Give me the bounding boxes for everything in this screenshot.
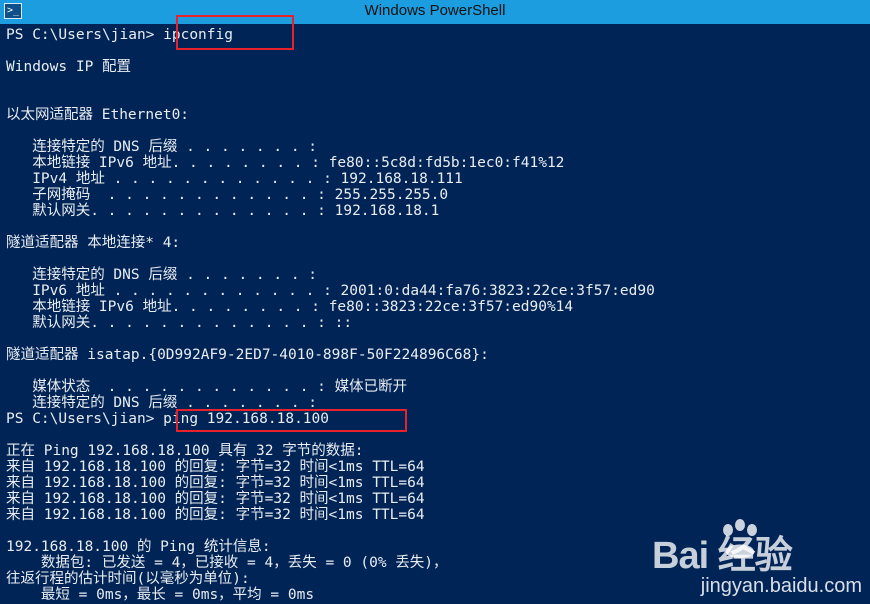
watermark-site: jingyan.baidu.com	[700, 575, 862, 597]
console-line: IPv6 地址 . . . . . . . . . . . . : 2001:0…	[6, 283, 655, 299]
console-line: 192.168.18.100 的 Ping 统计信息:	[6, 539, 271, 555]
console-line: IPv4 地址 . . . . . . . . . . . . : 192.16…	[6, 171, 463, 187]
title-bar: >_ Windows PowerShell	[0, 0, 870, 24]
console-line: Windows IP 配置	[6, 59, 132, 75]
window-title: Windows PowerShell	[364, 2, 506, 19]
console-line: 来自 192.168.18.100 的回复: 字节=32 时间<1ms TTL=…	[6, 507, 425, 523]
console-line: 以太网适配器 Ethernet0:	[6, 107, 190, 123]
console-line: 往返行程的估计时间(以毫秒为单位):	[6, 571, 250, 587]
console-line: 本地链接 IPv6 地址. . . . . . . . : fe80::3823…	[6, 299, 574, 315]
console-line: 子网掩码 . . . . . . . . . . . . : 255.255.2…	[6, 187, 449, 203]
console-line: 正在 Ping 192.168.18.100 具有 32 字节的数据:	[6, 443, 364, 459]
console-line: 媒体状态 . . . . . . . . . . . . : 媒体已断开	[6, 379, 408, 395]
console-line: 默认网关. . . . . . . . . . . . . : 192.168.…	[6, 203, 440, 219]
console-line: 来自 192.168.18.100 的回复: 字节=32 时间<1ms TTL=…	[6, 491, 425, 507]
console-line: 本地链接 IPv6 地址. . . . . . . . : fe80::5c8d…	[6, 155, 565, 171]
console-line: 最短 = 0ms，最长 = 0ms，平均 = 0ms	[6, 587, 315, 603]
console-line: 来自 192.168.18.100 的回复: 字节=32 时间<1ms TTL=…	[6, 475, 425, 491]
console-line: 隧道适配器 本地连接* 4:	[6, 235, 181, 251]
console-line: 默认网关. . . . . . . . . . . . . : ::	[6, 315, 353, 331]
console-line: 数据包: 已发送 = 4，已接收 = 4，丢失 = 0 (0% 丢失)，	[6, 555, 448, 571]
console-line: 连接特定的 DNS 后缀 . . . . . . . :	[6, 267, 318, 283]
paw-icon	[723, 519, 757, 558]
baidu-jingyan-watermark: Bai 经验 jingyan.baidu.com	[652, 518, 862, 598]
console-line: 隧道适配器 isatap.{0D992AF9-2ED7-4010-898F-50…	[6, 347, 489, 363]
console-line: 连接特定的 DNS 后缀 . . . . . . . :	[6, 139, 318, 155]
highlight-ping-command	[176, 409, 407, 432]
highlight-ipconfig-command	[176, 15, 294, 50]
console-output[interactable]: PS C:\Users\jian> ipconfig Windows IP 配置以…	[0, 24, 870, 604]
console-line: 来自 192.168.18.100 的回复: 字节=32 时间<1ms TTL=…	[6, 459, 425, 475]
